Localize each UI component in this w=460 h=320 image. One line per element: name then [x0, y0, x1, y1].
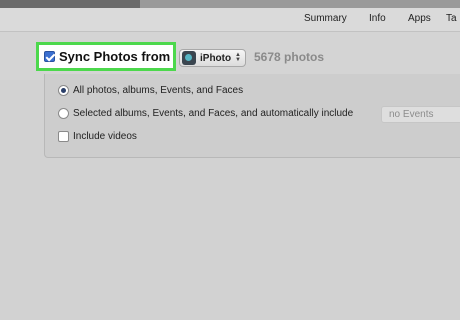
option-all-photos-label: All photos, albums, Events, and Faces: [73, 85, 244, 96]
iphoto-icon: [182, 51, 196, 65]
option-selected-albums-label: Selected albums, Events, and Faces, and …: [73, 108, 354, 119]
option-selected-albums[interactable]: Selected albums, Events, and Faces, and …: [58, 108, 353, 119]
photo-source-select[interactable]: iPhoto ▲ ▼: [179, 49, 246, 67]
include-videos-checkbox[interactable]: [58, 131, 69, 142]
window-top-strip: [0, 0, 460, 8]
sync-photos-label: Sync Photos from: [59, 49, 171, 64]
photo-source-value: iPhoto: [200, 52, 232, 64]
tab-info[interactable]: Info: [369, 13, 386, 24]
sync-photos-checkbox[interactable]: [44, 51, 55, 62]
radio-all-photos[interactable]: [58, 85, 69, 96]
option-all-photos[interactable]: All photos, albums, Events, and Faces: [58, 85, 243, 96]
tab-summary[interactable]: Summary: [304, 13, 347, 24]
include-videos-label: Include videos: [73, 131, 137, 142]
tab-bar: Summary Info Apps Ta: [0, 8, 460, 32]
sync-photos-highlight: Sync Photos from: [36, 42, 176, 71]
radio-selected-albums[interactable]: [58, 108, 69, 119]
photo-count: 5678 photos: [254, 50, 325, 64]
select-arrows-icon: ▲ ▼: [235, 52, 241, 63]
option-include-videos[interactable]: Include videos: [58, 131, 137, 142]
events-select[interactable]: no Events: [381, 106, 460, 123]
content-background: [0, 158, 460, 320]
tab-apps[interactable]: Apps: [408, 13, 431, 24]
tab-partial[interactable]: Ta: [446, 13, 457, 24]
window-top-strip-dark: [0, 0, 140, 8]
